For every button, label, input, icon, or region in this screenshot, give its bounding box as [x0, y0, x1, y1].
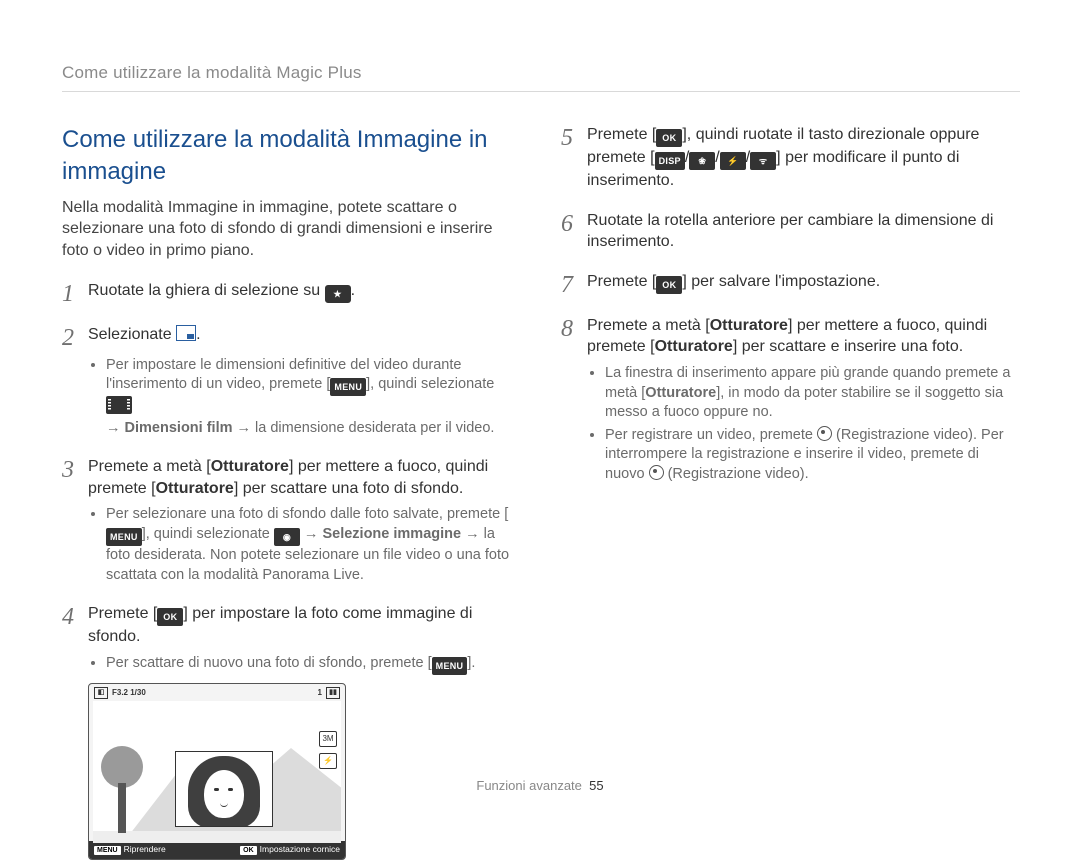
wifi-button-icon: ᯤ [750, 152, 776, 170]
step-2: 2 Selezionate . [62, 324, 521, 350]
manual-page: Come utilizzare la modalità Magic Plus C… [0, 0, 1080, 815]
battery-icon: ▮▮ [326, 687, 340, 699]
lcd-status-bar: ◧ F3.2 1/30 1 ▮▮ [89, 684, 345, 699]
movie-icon [106, 396, 132, 414]
right-column: 5 Premete [OK], quindi ruotate il tasto … [561, 114, 1020, 860]
ok-button-icon: OK [656, 276, 682, 294]
step-1: 1 Ruotate la ghiera di selezione su ★. [62, 280, 521, 306]
resolution-icon: 3M [319, 731, 337, 747]
record-button-icon [649, 465, 664, 480]
step-text-end: . [351, 282, 355, 299]
flash-button-icon: ⚡ [720, 152, 746, 170]
step-number: 8 [561, 315, 587, 341]
step-body: Premete a metà [Otturatore] per mettere … [587, 315, 1020, 358]
step-3-notes: Per selezionare una foto di sfondo dalle… [90, 505, 521, 585]
ground-shape [93, 831, 341, 843]
shots-remaining: 1 [318, 688, 322, 699]
step-2-notes: Per impostare le dimensioni definitive d… [90, 356, 521, 439]
step-text: Ruotate la ghiera di selezione su [88, 282, 325, 299]
intro-text: Nella modalità Immagine in immagine, pot… [62, 197, 521, 262]
lcd-left-hint: MENURiprendere [94, 844, 166, 855]
step-5: 5 Premete [OK], quindi ruotate il tasto … [561, 124, 1020, 192]
step-number: 1 [62, 280, 88, 306]
step-8-notes: La finestra di inserimento appare più gr… [589, 364, 1020, 484]
step-3: 3 Premete a metà [Otturatore] per metter… [62, 456, 521, 499]
note-item: Per selezionare una foto di sfondo dalle… [106, 505, 521, 585]
step-4: 4 Premete [OK] per impostare la foto com… [62, 603, 521, 648]
note-item: La finestra di inserimento appare più gr… [605, 364, 1020, 423]
disp-button-icon: DISP [655, 152, 685, 170]
step-number: 2 [62, 324, 88, 350]
step-body: Premete [OK], quindi ruotate il tasto di… [587, 124, 1020, 192]
lcd-right-hint: OKImpostazione cornice [240, 844, 340, 855]
lcd-preview-illustration: ◧ F3.2 1/30 1 ▮▮ [88, 683, 346, 860]
step-4-notes: Per scattare di nuovo una foto di sfondo… [90, 654, 521, 675]
step-number: 3 [62, 456, 88, 482]
step-number: 6 [561, 210, 587, 236]
exposure-readout: F3.2 1/30 [112, 688, 146, 699]
step-body: Ruotate la ghiera di selezione su ★. [88, 280, 521, 303]
step-number: 7 [561, 271, 587, 297]
lcd-side-icons: 3M ⚡ [319, 731, 337, 769]
record-button-icon [817, 426, 832, 441]
content-columns: Come utilizzare la modalità Immagine in … [62, 114, 1020, 860]
step-body: Ruotate la rotella anteriore per cambiar… [587, 210, 1020, 253]
page-footer: Funzioni avanzate 55 [0, 777, 1080, 795]
footer-section: Funzioni avanzate [476, 778, 582, 793]
step-body: Premete [OK] per impostare la foto come … [88, 603, 521, 648]
menu-key-icon: MENU [94, 846, 121, 855]
step-number: 4 [62, 603, 88, 629]
header-rule [62, 91, 1020, 92]
flash-icon: ⚡ [319, 753, 337, 769]
note-item: Per scattare di nuovo una foto di sfondo… [106, 654, 521, 675]
pip-indicator-icon: ◧ [94, 687, 108, 699]
step-body: Premete [OK] per salvare l'impostazione. [587, 271, 1020, 294]
step-6: 6 Ruotate la rotella anteriore per cambi… [561, 210, 1020, 253]
step-body: Premete a metà [Otturatore] per mettere … [88, 456, 521, 499]
ok-button-icon: OK [157, 608, 183, 626]
lcd-scene: 3M ⚡ [93, 701, 341, 843]
camera-icon: ◉ [274, 528, 300, 546]
step-text-end: . [196, 326, 200, 343]
menu-button-icon: MENU [330, 378, 366, 396]
ok-button-icon: OK [656, 129, 682, 147]
step-8: 8 Premete a metà [Otturatore] per metter… [561, 315, 1020, 358]
step-text: Selezionate [88, 326, 176, 343]
step-7: 7 Premete [OK] per salvare l'impostazion… [561, 271, 1020, 297]
section-title: Come utilizzare la modalità Immagine in … [62, 124, 521, 189]
note-item: Per registrare un video, premete (Regist… [605, 426, 1020, 485]
menu-button-icon: MENU [106, 528, 142, 546]
step-body: Selezionate . [88, 324, 521, 346]
note-item: Per impostare le dimensioni definitive d… [106, 356, 521, 439]
pip-mode-icon [176, 325, 196, 341]
running-head: Come utilizzare la modalità Magic Plus [62, 62, 1020, 85]
step-number: 5 [561, 124, 587, 150]
page-number: 55 [589, 778, 603, 793]
macro-button-icon: ❀ [689, 152, 715, 170]
mode-dial-star-icon: ★ [325, 285, 351, 303]
left-column: Come utilizzare la modalità Immagine in … [62, 114, 521, 860]
lcd-bottom-bar: MENURiprendere OKImpostazione cornice [89, 841, 345, 859]
menu-button-icon: MENU [432, 657, 468, 675]
ok-key-icon: OK [240, 846, 257, 855]
